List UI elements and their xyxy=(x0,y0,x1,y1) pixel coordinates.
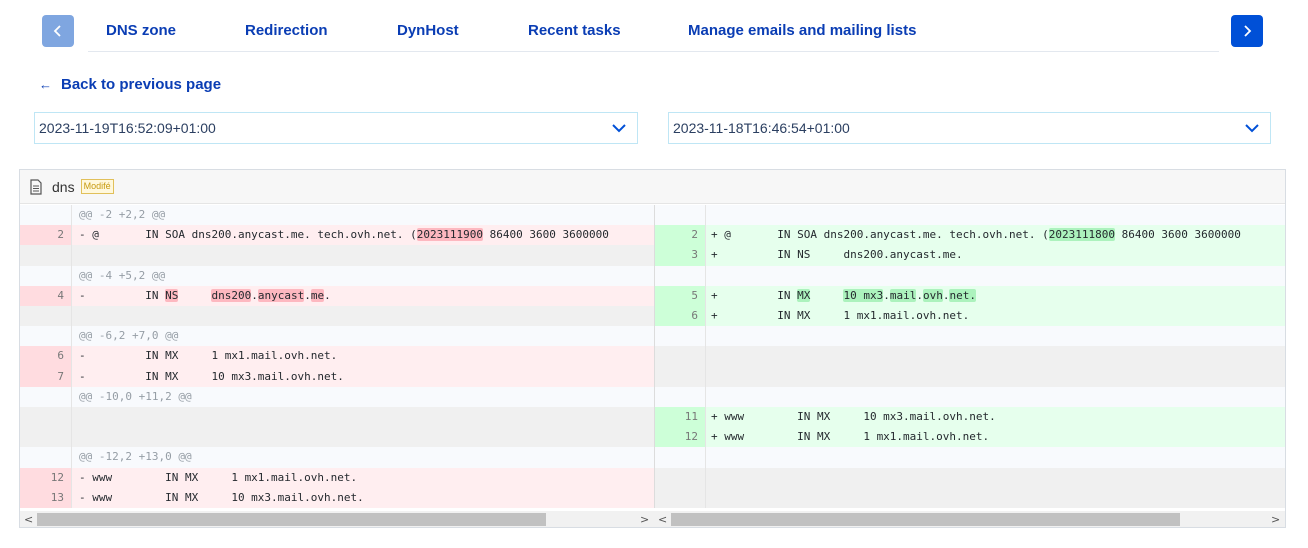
line-number: 6 xyxy=(20,346,72,367)
scroll-right-icon[interactable]: > xyxy=(1271,513,1280,526)
added-line: + IN MX 1 mx1.mail.ovh.net. xyxy=(706,306,1285,327)
version-select-right[interactable]: 2023-11-18T16:46:54+01:00 xyxy=(668,112,1271,144)
added-line: + www IN MX 10 mx3.mail.ovh.net. xyxy=(706,407,1285,428)
arrow-left-icon: ← xyxy=(39,77,52,92)
chevron-down-icon xyxy=(1245,124,1259,133)
empty-line xyxy=(706,346,1285,367)
deleted-line: - IN MX 1 mx1.mail.ovh.net. xyxy=(72,346,654,367)
empty-line xyxy=(72,306,654,327)
hunk-header: @@ -4 +5,2 @@ xyxy=(20,265,1285,286)
version-select-left-value: 2023-11-19T16:52:09+01:00 xyxy=(39,120,216,136)
version-select-right-value: 2023-11-18T16:46:54+01:00 xyxy=(673,120,850,136)
line-number: 12 xyxy=(654,427,706,448)
diff-row: 2 - @ IN SOA dns200.anycast.me. tech.ovh… xyxy=(20,225,1285,246)
line-number: 5 xyxy=(654,285,706,306)
deleted-line: - www IN MX 10 mx3.mail.ovh.net. xyxy=(72,487,654,508)
hunk-header: @@ -12,2 +13,0 @@ xyxy=(20,447,1285,468)
diff-file-header: dns Modifé xyxy=(20,170,1285,204)
diff-row: 6 + IN MX 1 mx1.mail.ovh.net. xyxy=(20,306,1285,327)
chevron-down-icon xyxy=(612,124,626,133)
horizontal-scrollbar-right[interactable]: < > xyxy=(654,511,1285,527)
tab-dynhost[interactable]: DynHost xyxy=(397,22,459,39)
line-number: 2 xyxy=(20,225,72,246)
empty-line xyxy=(706,487,1285,508)
empty-line xyxy=(706,467,1285,488)
diff-row: 7 - IN MX 10 mx3.mail.ovh.net. xyxy=(20,366,1285,387)
diff-row: 12 - www IN MX 1 mx1.mail.ovh.net. xyxy=(20,467,1285,488)
line-number: 4 xyxy=(20,285,72,306)
tab-bar: DNS zone Redirection DynHost Recent task… xyxy=(88,15,1219,52)
tabs-prev-button[interactable] xyxy=(42,15,74,47)
hunk-text: @@ -6,2 +7,0 @@ xyxy=(72,326,654,347)
line-number: 13 xyxy=(20,487,72,508)
tab-manage-emails[interactable]: Manage emails and mailing lists xyxy=(688,22,916,39)
scroll-left-icon[interactable]: < xyxy=(24,513,33,526)
empty-line xyxy=(72,245,654,266)
hunk-header: @@ -6,2 +7,0 @@ xyxy=(20,326,1285,347)
deleted-line: - @ IN SOA dns200.anycast.me. tech.ovh.n… xyxy=(72,225,654,246)
added-line: + @ IN SOA dns200.anycast.me. tech.ovh.n… xyxy=(706,225,1285,246)
diff-row: 13 - www IN MX 10 mx3.mail.ovh.net. xyxy=(20,487,1285,508)
line-number: 7 xyxy=(20,366,72,387)
scroll-left-icon[interactable]: < xyxy=(658,513,667,526)
scrollbar-thumb[interactable] xyxy=(37,513,546,526)
scrollbar-thumb[interactable] xyxy=(671,513,1180,526)
diff-viewer: dns Modifé @@ -2 +2,2 @@ 2 - @ IN SOA dn… xyxy=(19,169,1286,528)
added-line: + www IN MX 1 mx1.mail.ovh.net. xyxy=(706,427,1285,448)
file-icon xyxy=(30,178,42,195)
empty-line xyxy=(72,407,654,428)
version-select-left[interactable]: 2023-11-19T16:52:09+01:00 xyxy=(34,112,638,144)
line-number: 11 xyxy=(654,407,706,428)
added-line: + IN MX 10 mx3.mail.ovh.net. xyxy=(706,285,1285,306)
chevron-right-icon xyxy=(1244,25,1252,37)
tab-dns-zone[interactable]: DNS zone xyxy=(106,22,176,39)
back-link[interactable]: ← Back to previous page xyxy=(39,76,221,93)
deleted-line: - IN NS dns200.anycast.me. xyxy=(72,285,654,306)
horizontal-scrollbar-left[interactable]: < > xyxy=(20,511,654,527)
hunk-text: @@ -12,2 +13,0 @@ xyxy=(72,447,654,468)
tabs-next-button[interactable] xyxy=(1231,15,1263,47)
line-number: 6 xyxy=(654,306,706,327)
hunk-text: @@ -2 +2,2 @@ xyxy=(72,205,654,226)
diff-row: 4 - IN NS dns200.anycast.me. 5 + IN MX 1… xyxy=(20,285,1285,306)
scroll-right-icon[interactable]: > xyxy=(640,513,649,526)
empty-line xyxy=(72,427,654,448)
line-number: 2 xyxy=(654,225,706,246)
status-badge: Modifé xyxy=(80,179,114,194)
hunk-header: @@ -2 +2,2 @@ xyxy=(20,205,1285,226)
deleted-line: - IN MX 10 mx3.mail.ovh.net. xyxy=(72,366,654,387)
tab-recent-tasks[interactable]: Recent tasks xyxy=(528,22,621,39)
tab-redirection[interactable]: Redirection xyxy=(245,22,328,39)
deleted-line: - www IN MX 1 mx1.mail.ovh.net. xyxy=(72,467,654,488)
line-number: 3 xyxy=(654,245,706,266)
back-link-label: Back to previous page xyxy=(61,76,222,93)
hunk-text: @@ -10,0 +11,2 @@ xyxy=(72,386,654,407)
hunk-text: @@ -4 +5,2 @@ xyxy=(72,265,654,286)
chevron-left-icon xyxy=(53,25,61,37)
added-line: + IN NS dns200.anycast.me. xyxy=(706,245,1285,266)
empty-line xyxy=(706,366,1285,387)
diff-row: 3 + IN NS dns200.anycast.me. xyxy=(20,245,1285,266)
diff-row: 12 + www IN MX 1 mx1.mail.ovh.net. xyxy=(20,427,1285,448)
diff-row: 6 - IN MX 1 mx1.mail.ovh.net. xyxy=(20,346,1285,367)
hunk-header: @@ -10,0 +11,2 @@ xyxy=(20,386,1285,407)
diff-row: 11 + www IN MX 10 mx3.mail.ovh.net. xyxy=(20,407,1285,428)
line-number: 12 xyxy=(20,467,72,488)
file-name: dns xyxy=(52,178,75,195)
